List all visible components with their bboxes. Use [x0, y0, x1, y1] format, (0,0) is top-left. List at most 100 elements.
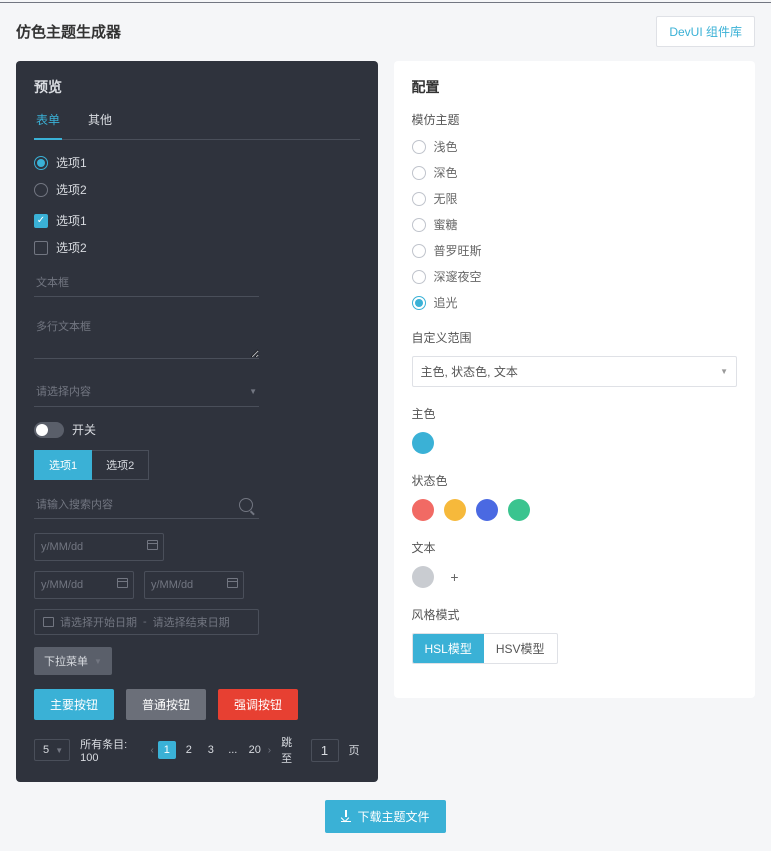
theme-option-label: 深邃夜空 — [434, 268, 482, 285]
chevron-down-icon: ▼ — [249, 387, 257, 396]
primary-button[interactable]: 主要按钮 — [34, 689, 114, 720]
radio-label: 选项1 — [56, 154, 87, 171]
theme-option-label: 深色 — [434, 164, 458, 181]
select-input[interactable]: 请选择内容 ▼ — [34, 376, 259, 407]
tab-form[interactable]: 表单 — [34, 111, 62, 140]
select-placeholder: 请选择内容 — [36, 383, 91, 399]
segment-control: 选项1 选项2 — [34, 450, 149, 480]
page-number[interactable]: 3 — [202, 741, 220, 759]
config-panel: 配置 模仿主题 浅色深色无限蜜糖普罗旺斯深邃夜空追光 自定义范围 主色, 状态色… — [394, 61, 756, 698]
checkbox-icon: ✓ — [34, 214, 48, 228]
theme-option-label: 普罗旺斯 — [434, 242, 482, 259]
date-range-picker[interactable]: 请选择开始日期 - 请选择结束日期 — [34, 609, 259, 635]
radio-icon — [34, 183, 48, 197]
calendar-icon — [227, 578, 238, 588]
tab-other[interactable]: 其他 — [86, 111, 114, 139]
theme-option-label: 蜜糖 — [434, 216, 458, 233]
checkbox-option-2[interactable]: 选项2 — [34, 239, 360, 256]
radio-label: 选项2 — [56, 181, 87, 198]
status-swatch[interactable] — [508, 499, 530, 521]
pager-prev[interactable]: ‹ — [150, 745, 153, 756]
checkbox-label: 选项1 — [56, 212, 87, 229]
search-icon — [239, 498, 253, 512]
calendar-icon — [147, 540, 158, 550]
radio-option-2[interactable]: 选项2 — [34, 181, 360, 198]
chevron-down-icon: ▼ — [720, 367, 728, 376]
radio-icon — [412, 192, 426, 206]
dropdown-button[interactable]: 下拉菜单 ▼ — [34, 647, 112, 675]
download-label: 下载主题文件 — [357, 808, 429, 825]
radio-icon — [412, 166, 426, 180]
devui-library-button[interactable]: DevUI 组件库 — [656, 16, 755, 47]
chevron-down-icon: ▼ — [55, 746, 63, 755]
dropdown-label: 下拉菜单 — [44, 653, 88, 669]
range-start-placeholder: 请选择开始日期 — [60, 614, 137, 630]
preview-title: 预览 — [34, 77, 360, 97]
page-size-select[interactable]: 5 ▼ — [34, 739, 70, 761]
mode-label: 风格模式 — [412, 606, 738, 623]
status-swatch[interactable] — [476, 499, 498, 521]
search-input[interactable] — [34, 492, 259, 519]
mode-segment: HSL模型 HSV模型 — [412, 633, 558, 664]
range-end-placeholder: 请选择结束日期 — [153, 614, 230, 630]
page-size-value: 5 — [43, 744, 49, 756]
theme-option[interactable]: 追光 — [412, 294, 738, 311]
date-input[interactable] — [34, 533, 164, 561]
radio-icon — [412, 296, 426, 310]
textarea-input[interactable] — [34, 311, 259, 359]
pager-total: 所有条目: 100 — [80, 736, 140, 764]
statuscolor-label: 状态色 — [412, 472, 738, 489]
scope-value: 主色, 状态色, 文本 — [421, 363, 518, 380]
text-input[interactable] — [34, 270, 259, 297]
mode-hsl[interactable]: HSL模型 — [413, 634, 484, 663]
pager-jump-input[interactable] — [311, 739, 339, 762]
theme-section-label: 模仿主题 — [412, 111, 738, 128]
theme-option-label: 无限 — [434, 190, 458, 207]
calendar-icon — [43, 617, 54, 627]
config-title: 配置 — [412, 77, 738, 97]
pagination: 5 ▼ 所有条目: 100 ‹ 1 2 3 ... 20 › 跳至 页 — [34, 734, 360, 766]
page-number[interactable]: 20 — [246, 741, 264, 759]
checkbox-icon — [34, 241, 48, 255]
add-color-button[interactable]: + — [444, 566, 466, 588]
radio-icon — [412, 244, 426, 258]
maincolor-swatch[interactable] — [412, 432, 434, 454]
radio-option-1[interactable]: 选项1 — [34, 154, 360, 171]
theme-option[interactable]: 无限 — [412, 190, 738, 207]
radio-icon — [412, 270, 426, 284]
theme-option-label: 浅色 — [434, 138, 458, 155]
status-swatch[interactable] — [412, 499, 434, 521]
theme-option[interactable]: 浅色 — [412, 138, 738, 155]
range-separator: - — [143, 616, 147, 628]
theme-option[interactable]: 深色 — [412, 164, 738, 181]
page-title: 仿色主题生成器 — [16, 21, 121, 42]
radio-icon — [34, 156, 48, 170]
scope-label: 自定义范围 — [412, 329, 738, 346]
download-icon — [341, 812, 351, 822]
theme-option[interactable]: 深邃夜空 — [412, 268, 738, 285]
page-number[interactable]: 1 — [158, 741, 176, 759]
preview-panel: 预览 表单 其他 选项1 选项2 ✓ 选项1 — [16, 61, 378, 782]
scope-select[interactable]: 主色, 状态色, 文本 ▼ — [412, 356, 738, 387]
plain-button[interactable]: 普通按钮 — [126, 689, 206, 720]
mode-hsv[interactable]: HSV模型 — [484, 634, 557, 663]
download-theme-button[interactable]: 下载主题文件 — [325, 800, 445, 833]
danger-button[interactable]: 强调按钮 — [218, 689, 298, 720]
status-swatch[interactable] — [444, 499, 466, 521]
pager-next[interactable]: › — [268, 745, 271, 756]
radio-icon — [412, 140, 426, 154]
segment-option-2[interactable]: 选项2 — [92, 450, 149, 480]
textcolor-swatch[interactable] — [412, 566, 434, 588]
chevron-down-icon: ▼ — [94, 657, 102, 666]
textcolor-label: 文本 — [412, 539, 738, 556]
segment-option-1[interactable]: 选项1 — [34, 450, 92, 480]
switch-toggle[interactable] — [34, 422, 64, 438]
theme-option[interactable]: 蜜糖 — [412, 216, 738, 233]
preview-tabs: 表单 其他 — [34, 111, 360, 140]
checkbox-option-1[interactable]: ✓ 选项1 — [34, 212, 360, 229]
page-number[interactable]: 2 — [180, 741, 198, 759]
calendar-icon — [117, 578, 128, 588]
theme-option[interactable]: 普罗旺斯 — [412, 242, 738, 259]
pager-page-suffix: 页 — [349, 742, 360, 758]
checkbox-label: 选项2 — [56, 239, 87, 256]
